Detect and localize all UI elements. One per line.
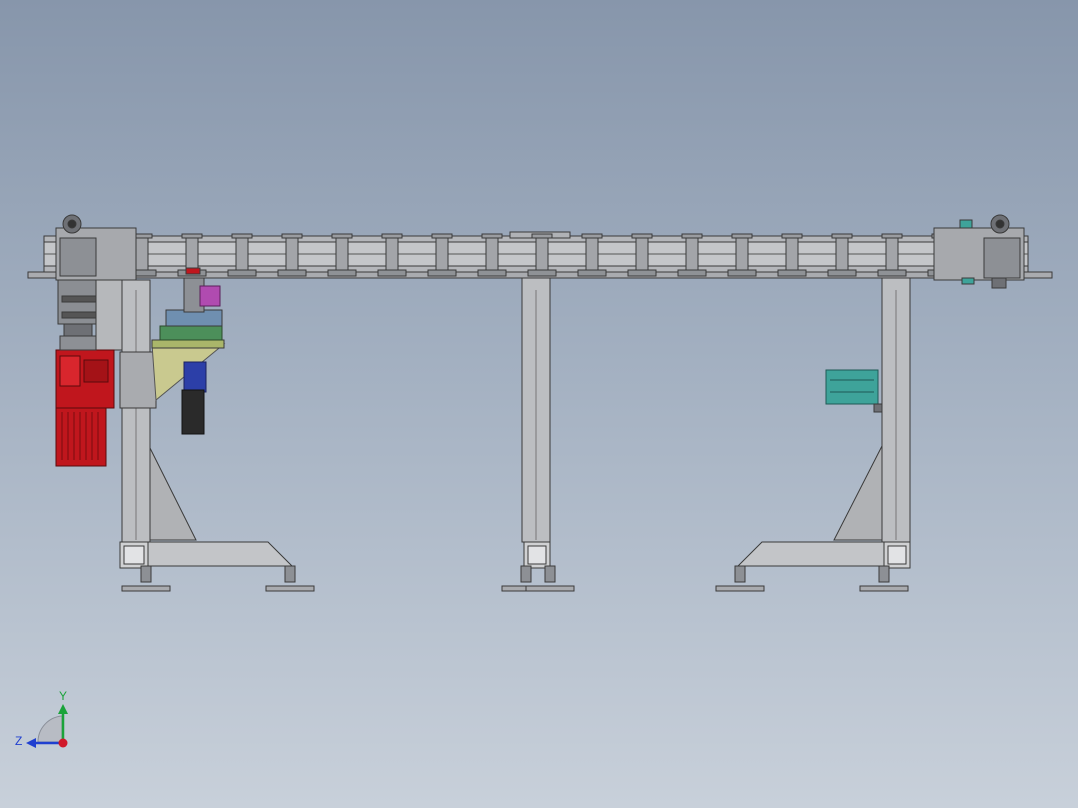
y-axis-label: Y bbox=[59, 689, 67, 703]
foot bbox=[525, 565, 575, 592]
coordinate-triad: Y Z bbox=[15, 689, 68, 748]
leveling-feet bbox=[121, 565, 909, 592]
cylinder-bracket bbox=[151, 267, 226, 435]
cad-viewport[interactable]: Y Z bbox=[0, 0, 1078, 808]
z-axis-arrow bbox=[26, 738, 36, 748]
foot bbox=[859, 565, 909, 592]
z-axis-label: Z bbox=[15, 734, 22, 748]
right-sprocket bbox=[933, 214, 1025, 289]
foot bbox=[121, 565, 171, 592]
foot bbox=[265, 565, 315, 592]
foot bbox=[715, 565, 765, 592]
right-support bbox=[736, 277, 911, 569]
middle-support bbox=[521, 277, 551, 569]
x-axis-dot bbox=[58, 738, 68, 748]
conveyor-assembly bbox=[27, 214, 1053, 592]
y-axis-arrow bbox=[58, 704, 68, 714]
